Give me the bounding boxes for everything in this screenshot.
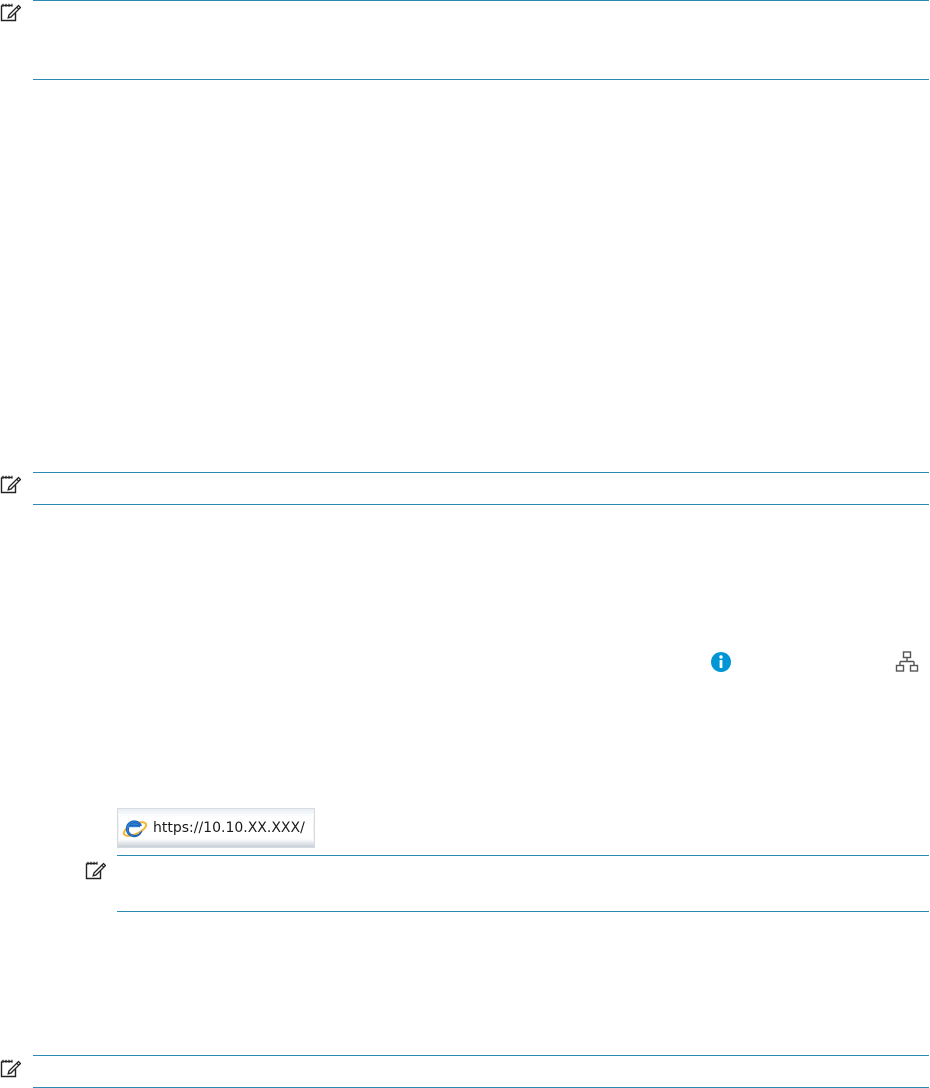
note-pencil-icon: [85, 861, 106, 880]
url-text: https://10.10.XX.XXX/: [153, 820, 305, 836]
note-block-1: [33, 0, 929, 80]
note-pencil-icon: [0, 3, 21, 22]
info-icon: [711, 652, 731, 672]
note-block-3: [117, 855, 929, 912]
note-block-4: [33, 1055, 929, 1088]
network-icon: [895, 651, 919, 672]
note-pencil-icon: [0, 1059, 21, 1078]
browser-address-bar: https://10.10.XX.XXX/: [117, 808, 315, 848]
note-pencil-icon: [0, 475, 21, 494]
note-block-2: [33, 472, 929, 505]
internet-explorer-icon: [122, 820, 148, 838]
